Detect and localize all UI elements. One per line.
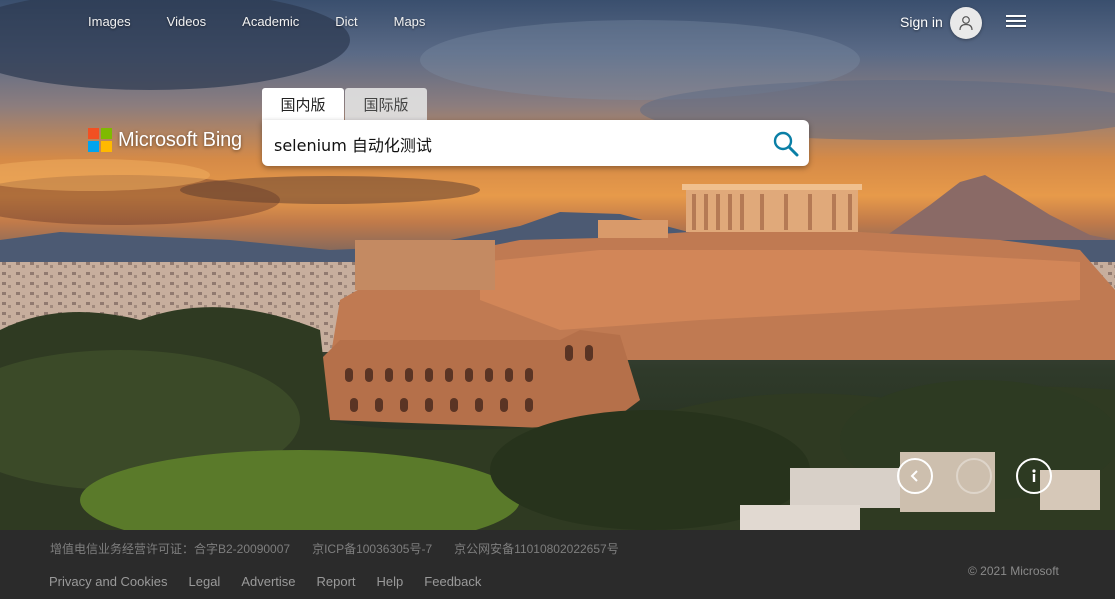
top-nav: Images Videos Academic Dict Maps xyxy=(88,14,461,30)
search-icon xyxy=(773,131,799,157)
chevron-left-icon xyxy=(910,470,918,482)
previous-image-button[interactable] xyxy=(897,458,933,494)
sign-in-link[interactable]: Sign in xyxy=(900,14,943,30)
icp-license-row: 增值电信业务经营许可证：合字B2-20090007 京ICP备10036305号… xyxy=(50,540,641,557)
telecom-license-text: 增值电信业务经营许可证：合字B2-20090007 xyxy=(50,542,291,556)
help-link[interactable]: Help xyxy=(377,574,404,589)
public-security-record-link[interactable]: 京公网安备11010802022657号 xyxy=(454,540,619,557)
acropolis-scene xyxy=(0,0,1115,530)
feedback-link[interactable]: Feedback xyxy=(424,574,481,589)
advertise-link[interactable]: Advertise xyxy=(241,574,295,589)
icp-record-link[interactable]: 京ICP备10036305号-7 xyxy=(312,540,432,557)
report-link[interactable]: Report xyxy=(317,574,356,589)
search-button[interactable] xyxy=(771,129,801,159)
hamburger-menu-icon[interactable] xyxy=(1006,12,1028,32)
logo-text: Microsoft Bing xyxy=(118,128,242,151)
user-avatar[interactable] xyxy=(950,7,982,39)
region-tabs: 国内版 国际版 xyxy=(262,88,428,120)
background-image xyxy=(0,0,1115,530)
search-input[interactable] xyxy=(272,129,756,159)
nav-academic-link[interactable]: Academic xyxy=(242,14,299,30)
tab-china[interactable]: 国内版 xyxy=(262,88,344,120)
nav-images-link[interactable]: Images xyxy=(88,14,131,30)
tab-international[interactable]: 国际版 xyxy=(345,88,427,120)
microsoft-logo-icon xyxy=(88,128,112,152)
footer: 增值电信业务经营许可证：合字B2-20090007 京ICP备10036305号… xyxy=(0,530,1115,599)
nav-maps-link[interactable]: Maps xyxy=(394,14,426,30)
next-image-button[interactable] xyxy=(956,458,992,494)
nav-videos-link[interactable]: Videos xyxy=(167,14,207,30)
copyright-text: © 2021 Microsoft xyxy=(968,564,1059,578)
legal-link[interactable]: Legal xyxy=(189,574,221,589)
image-info-button[interactable] xyxy=(1016,458,1052,494)
microsoft-bing-logo: Microsoft Bing xyxy=(88,128,242,152)
info-icon xyxy=(1032,469,1036,482)
nav-dict-link[interactable]: Dict xyxy=(335,14,357,30)
user-icon xyxy=(959,16,973,31)
privacy-link[interactable]: Privacy and Cookies xyxy=(49,574,168,589)
search-box xyxy=(262,120,809,166)
footer-links: Privacy and Cookies Legal Advertise Repo… xyxy=(49,574,502,589)
